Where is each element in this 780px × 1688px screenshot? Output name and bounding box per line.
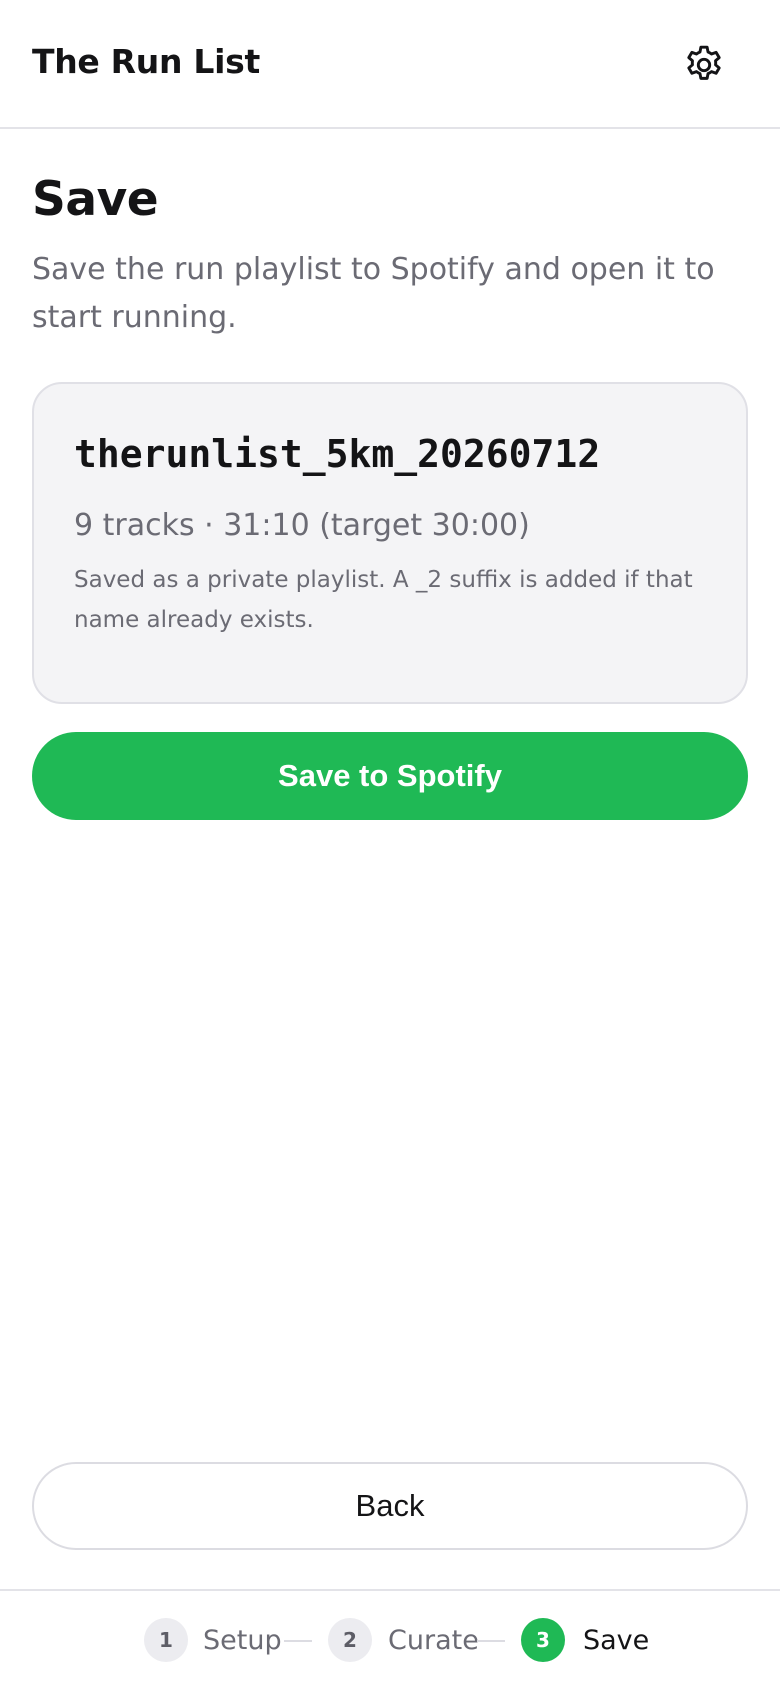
- save-to-spotify-button[interactable]: Save to Spotify: [32, 732, 748, 820]
- settings-button[interactable]: [678, 39, 730, 91]
- step-separator: [477, 1640, 505, 1642]
- back-button[interactable]: Back: [32, 1462, 748, 1550]
- step-1-circle: 1: [144, 1618, 188, 1662]
- playlist-meta: 9 tracks · 31:10 (target 30:00): [74, 508, 530, 543]
- app-header: The Run List: [0, 0, 780, 129]
- playlist-summary-card: therunlist_5km_20260712 9 tracks · 31:10…: [32, 382, 748, 704]
- gear-icon: [687, 45, 721, 80]
- step-separator: [284, 1640, 312, 1642]
- playlist-note: Saved as a private playlist. A _2 suffix…: [74, 567, 693, 633]
- step-3-circle: 3: [521, 1618, 565, 1662]
- stepper: 1 Setup 2 Curate 3 Save: [0, 1589, 780, 1688]
- app-screen: The Run List Save Save the run playlist …: [0, 0, 780, 1688]
- step-3-label: Save: [583, 1625, 650, 1656]
- page-title: Save: [32, 172, 159, 227]
- playlist-name: therunlist_5km_20260712: [74, 432, 601, 476]
- app-title: The Run List: [32, 42, 260, 81]
- page-description: Save the run playlist to Spotify and ope…: [32, 252, 715, 335]
- step-1-label: Setup: [203, 1625, 282, 1656]
- step-2-label: Curate: [388, 1625, 479, 1656]
- step-2-circle: 2: [328, 1618, 372, 1662]
